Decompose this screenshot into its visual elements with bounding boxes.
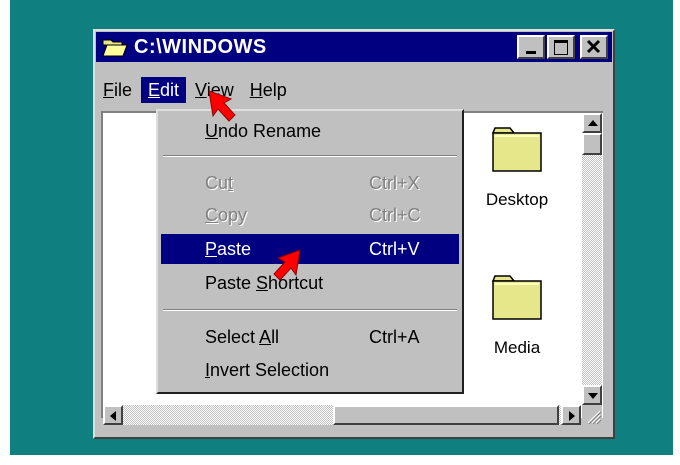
menu-separator [163, 309, 457, 311]
minimize-button[interactable] [517, 35, 545, 59]
scroll-down-button[interactable] [582, 385, 602, 405]
minimize-icon [526, 51, 536, 54]
left-arrow-icon [110, 411, 116, 421]
edit-menu-dropdown: Undo Rename Cut Ctrl+X Copy Ctrl+C Paste… [156, 109, 464, 394]
folder-icon [491, 127, 542, 172]
size-grip[interactable] [582, 405, 602, 425]
menu-separator [163, 155, 457, 157]
menu-paste-shortcut[interactable]: Paste Shortcut [161, 268, 459, 298]
menu-invert-selection[interactable]: Invert Selection [161, 355, 459, 385]
right-arrow-icon [569, 411, 575, 421]
open-folder-icon [102, 39, 128, 57]
vertical-scrollbar[interactable] [582, 113, 602, 405]
folder-icon [491, 275, 542, 320]
shortcut-label: Ctrl+C [369, 205, 421, 225]
menu-copy: Copy Ctrl+C [161, 200, 459, 230]
menu-bar: File Edit View Help [96, 77, 296, 103]
window-title: C:\WINDOWS [134, 35, 267, 58]
down-arrow-icon [588, 393, 598, 399]
scroll-up-button[interactable] [582, 113, 602, 133]
title-bar[interactable]: C:\WINDOWS [96, 32, 612, 62]
menu-cut: Cut Ctrl+X [161, 168, 459, 198]
menu-edit[interactable]: Edit [141, 77, 187, 103]
maximize-button[interactable] [547, 35, 575, 59]
close-button[interactable] [580, 35, 608, 59]
menu-help[interactable]: Help [243, 77, 294, 103]
folder-item-desktop[interactable]: Desktop [477, 123, 557, 210]
folder-label: Media [493, 338, 541, 357]
scroll-right-button[interactable] [561, 405, 581, 425]
resize-grip-icon [587, 410, 602, 425]
red-pointer-arrow-icon [273, 249, 301, 281]
scroll-thumb-vertical[interactable] [582, 133, 602, 155]
folder-label: Desktop [485, 190, 549, 209]
menu-file[interactable]: File [96, 77, 139, 103]
scroll-left-button[interactable] [103, 405, 123, 425]
shortcut-label: Ctrl+X [369, 173, 420, 193]
red-pointer-arrow-icon [208, 90, 236, 122]
maximize-icon [554, 40, 568, 55]
up-arrow-icon [588, 120, 598, 126]
shortcut-label: Ctrl+V [369, 239, 420, 259]
close-icon [586, 39, 601, 54]
menu-select-all[interactable]: Select All Ctrl+A [161, 322, 459, 352]
menu-paste[interactable]: Paste Ctrl+V [161, 234, 459, 264]
folder-item-media[interactable]: Media [477, 271, 557, 358]
scroll-thumb-horizontal[interactable] [333, 405, 559, 425]
shortcut-label: Ctrl+A [369, 327, 420, 347]
